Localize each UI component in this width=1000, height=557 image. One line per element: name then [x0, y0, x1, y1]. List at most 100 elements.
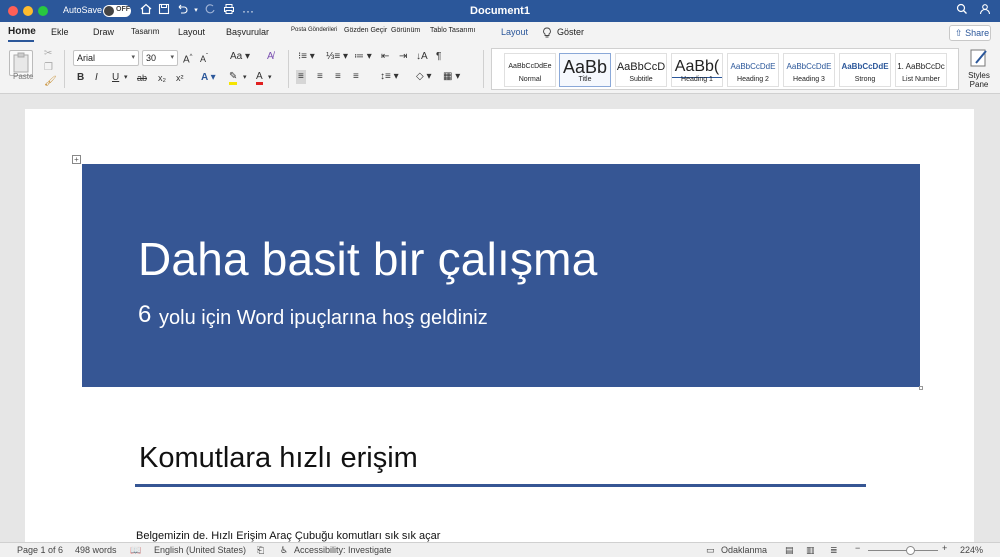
- subscript-icon[interactable]: x₂: [158, 71, 166, 85]
- underline-icon[interactable]: U: [112, 71, 119, 85]
- line-spacing-icon[interactable]: ↕≡ ▾: [380, 70, 399, 84]
- align-center-icon[interactable]: ≡: [317, 70, 323, 84]
- style-heading-1[interactable]: AaBb( Heading 1: [671, 53, 723, 87]
- multilevel-list-icon[interactable]: ≔ ▾: [354, 50, 372, 64]
- paste-label: Paste: [13, 72, 34, 81]
- tab-table-layout[interactable]: Layout: [501, 27, 528, 37]
- italic-icon[interactable]: I: [95, 71, 98, 85]
- search-icon[interactable]: [954, 3, 970, 19]
- print-layout-icon[interactable]: ▤: [785, 545, 794, 556]
- format-painter-icon[interactable]: 🖌: [44, 75, 57, 89]
- share-button[interactable]: ⇧ Share: [949, 25, 991, 41]
- section-heading[interactable]: Komutlara hızlı erişim: [139, 442, 418, 475]
- table-resize-handle[interactable]: [919, 386, 923, 390]
- font-color-dropdown-icon[interactable]: ▾: [268, 71, 272, 85]
- proofing-icon[interactable]: 📖: [130, 545, 141, 556]
- bullets-icon[interactable]: ⁝≡ ▾: [298, 50, 315, 64]
- text-effects-icon[interactable]: A ▾: [201, 71, 216, 85]
- accessibility-status[interactable]: Accessibility: Investigate: [294, 545, 392, 555]
- align-left-icon[interactable]: ≡: [296, 70, 306, 84]
- tab-mailings[interactable]: Posta Gönderileri: [291, 27, 337, 33]
- shading-icon[interactable]: ◇ ▾: [416, 70, 432, 84]
- zoom-slider-knob[interactable]: [906, 546, 915, 555]
- tab-view[interactable]: Görünüm: [391, 27, 420, 34]
- banner-subtitle[interactable]: yolu için Word ipuçlarına hoş geldiniz: [159, 307, 488, 330]
- style-sample: AaBbCcDdEe: [508, 63, 552, 70]
- style-name: List Number: [902, 76, 940, 83]
- word-count[interactable]: 498 words: [75, 545, 117, 555]
- style-heading-2[interactable]: AaBbCcDdE Heading 2: [727, 53, 779, 87]
- table-move-handle-icon[interactable]: +: [72, 155, 81, 164]
- lightbulb-icon[interactable]: [542, 27, 552, 40]
- zoom-in-icon[interactable]: +: [942, 543, 947, 553]
- tab-design[interactable]: Tasarım: [131, 27, 159, 36]
- style-title[interactable]: AaBb Title: [559, 53, 611, 87]
- font-color-icon[interactable]: A: [256, 71, 263, 85]
- font-name-dropdown[interactable]: Arial ▾: [73, 50, 139, 66]
- numbering-icon[interactable]: ⅓≡ ▾: [326, 50, 348, 64]
- style-normal[interactable]: AaBbCcDdEe Normal: [504, 53, 556, 87]
- bold-icon[interactable]: B: [77, 71, 84, 85]
- accessibility-icon[interactable]: ♿: [280, 545, 288, 556]
- change-case-icon[interactable]: Aa ▾: [230, 50, 250, 64]
- style-name: Subtitle: [629, 76, 653, 83]
- outline-view-icon[interactable]: ≣: [830, 545, 838, 556]
- sort-icon[interactable]: ↓A: [416, 50, 428, 64]
- style-name: Heading 3: [793, 76, 825, 83]
- share-icon: ⇧: [955, 28, 963, 38]
- banner-number[interactable]: 6: [138, 301, 151, 329]
- tab-references[interactable]: Başvurular: [226, 27, 269, 37]
- separator: [483, 50, 484, 88]
- tab-draw[interactable]: Draw: [93, 27, 114, 37]
- body-paragraph[interactable]: Belgemizin de. Hızlı Erişim Araç Çubuğu …: [136, 530, 440, 542]
- copy-icon[interactable]: ❐: [44, 61, 53, 75]
- align-right-icon[interactable]: ≡: [335, 70, 341, 84]
- document-title: Document1: [470, 5, 530, 17]
- borders-icon[interactable]: ▦ ▾: [443, 70, 460, 84]
- justify-icon[interactable]: ≡: [353, 70, 359, 84]
- grow-font-icon[interactable]: A^: [183, 50, 193, 67]
- tab-insert[interactable]: Ekle: [51, 27, 69, 37]
- clear-formatting-icon[interactable]: A̸: [267, 50, 274, 64]
- superscript-icon[interactable]: x²: [176, 71, 184, 85]
- style-sample: AaBb: [562, 57, 608, 77]
- style-strong[interactable]: AaBbCcDdE Strong: [839, 53, 891, 87]
- page-count[interactable]: Page 1 of 6: [17, 545, 63, 555]
- style-name: Heading 1: [681, 76, 713, 83]
- style-subtitle[interactable]: AaBbCcD Subtitle: [615, 53, 667, 87]
- tab-layout[interactable]: Layout: [178, 27, 205, 37]
- cut-icon[interactable]: ✂: [44, 47, 52, 61]
- tab-table-design[interactable]: Tablo Tasarımı: [430, 27, 475, 34]
- show-formatting-icon[interactable]: ¶: [436, 50, 441, 64]
- web-layout-icon[interactable]: ▥: [806, 545, 815, 556]
- tab-home[interactable]: Home: [8, 26, 36, 37]
- highlight-dropdown-icon[interactable]: ▾: [243, 71, 247, 85]
- zoom-slider-track[interactable]: [868, 550, 938, 551]
- styles-pane-label: Styles Pane: [968, 71, 990, 89]
- underline-dropdown-icon[interactable]: ▾: [124, 71, 128, 85]
- banner-title[interactable]: Daha basit bir çalışma: [138, 232, 597, 286]
- decrease-indent-icon[interactable]: ⇤: [381, 50, 389, 64]
- strikethrough-icon[interactable]: ab: [137, 71, 147, 85]
- zoom-out-icon[interactable]: −: [855, 543, 860, 553]
- style-heading-3[interactable]: AaBbCcDdE Heading 3: [783, 53, 835, 87]
- chevron-down-icon: ▾: [131, 54, 135, 61]
- document-page[interactable]: + Daha basit bir çalışma 6 yolu için Wor…: [25, 109, 974, 549]
- account-icon[interactable]: [977, 3, 993, 19]
- track-changes-icon[interactable]: ⎗: [257, 545, 264, 556]
- language-status[interactable]: English (United States): [154, 545, 246, 555]
- increase-indent-icon[interactable]: ⇥: [399, 50, 407, 64]
- tell-me-search[interactable]: Göster: [557, 27, 584, 37]
- shrink-font-icon[interactable]: Aˇ: [200, 50, 208, 66]
- zoom-level[interactable]: 224%: [960, 545, 983, 555]
- highlight-color-icon[interactable]: ✎: [229, 71, 238, 85]
- status-bar: Page 1 of 6 498 words 📖 English (United …: [0, 542, 1000, 557]
- focus-icon[interactable]: ▭: [706, 545, 715, 556]
- style-list-number[interactable]: 1. AaBbCcDc List Number: [895, 53, 947, 87]
- styles-pane-button[interactable]: Styles Pane: [962, 47, 996, 91]
- title-banner[interactable]: Daha basit bir çalışma 6 yolu için Word …: [82, 164, 920, 387]
- tab-review[interactable]: Gözden Geçir: [344, 27, 387, 34]
- font-size-dropdown[interactable]: 30 ▾: [142, 50, 178, 66]
- heading-rule: [135, 484, 866, 487]
- focus-mode-label[interactable]: Odaklanma: [721, 545, 767, 555]
